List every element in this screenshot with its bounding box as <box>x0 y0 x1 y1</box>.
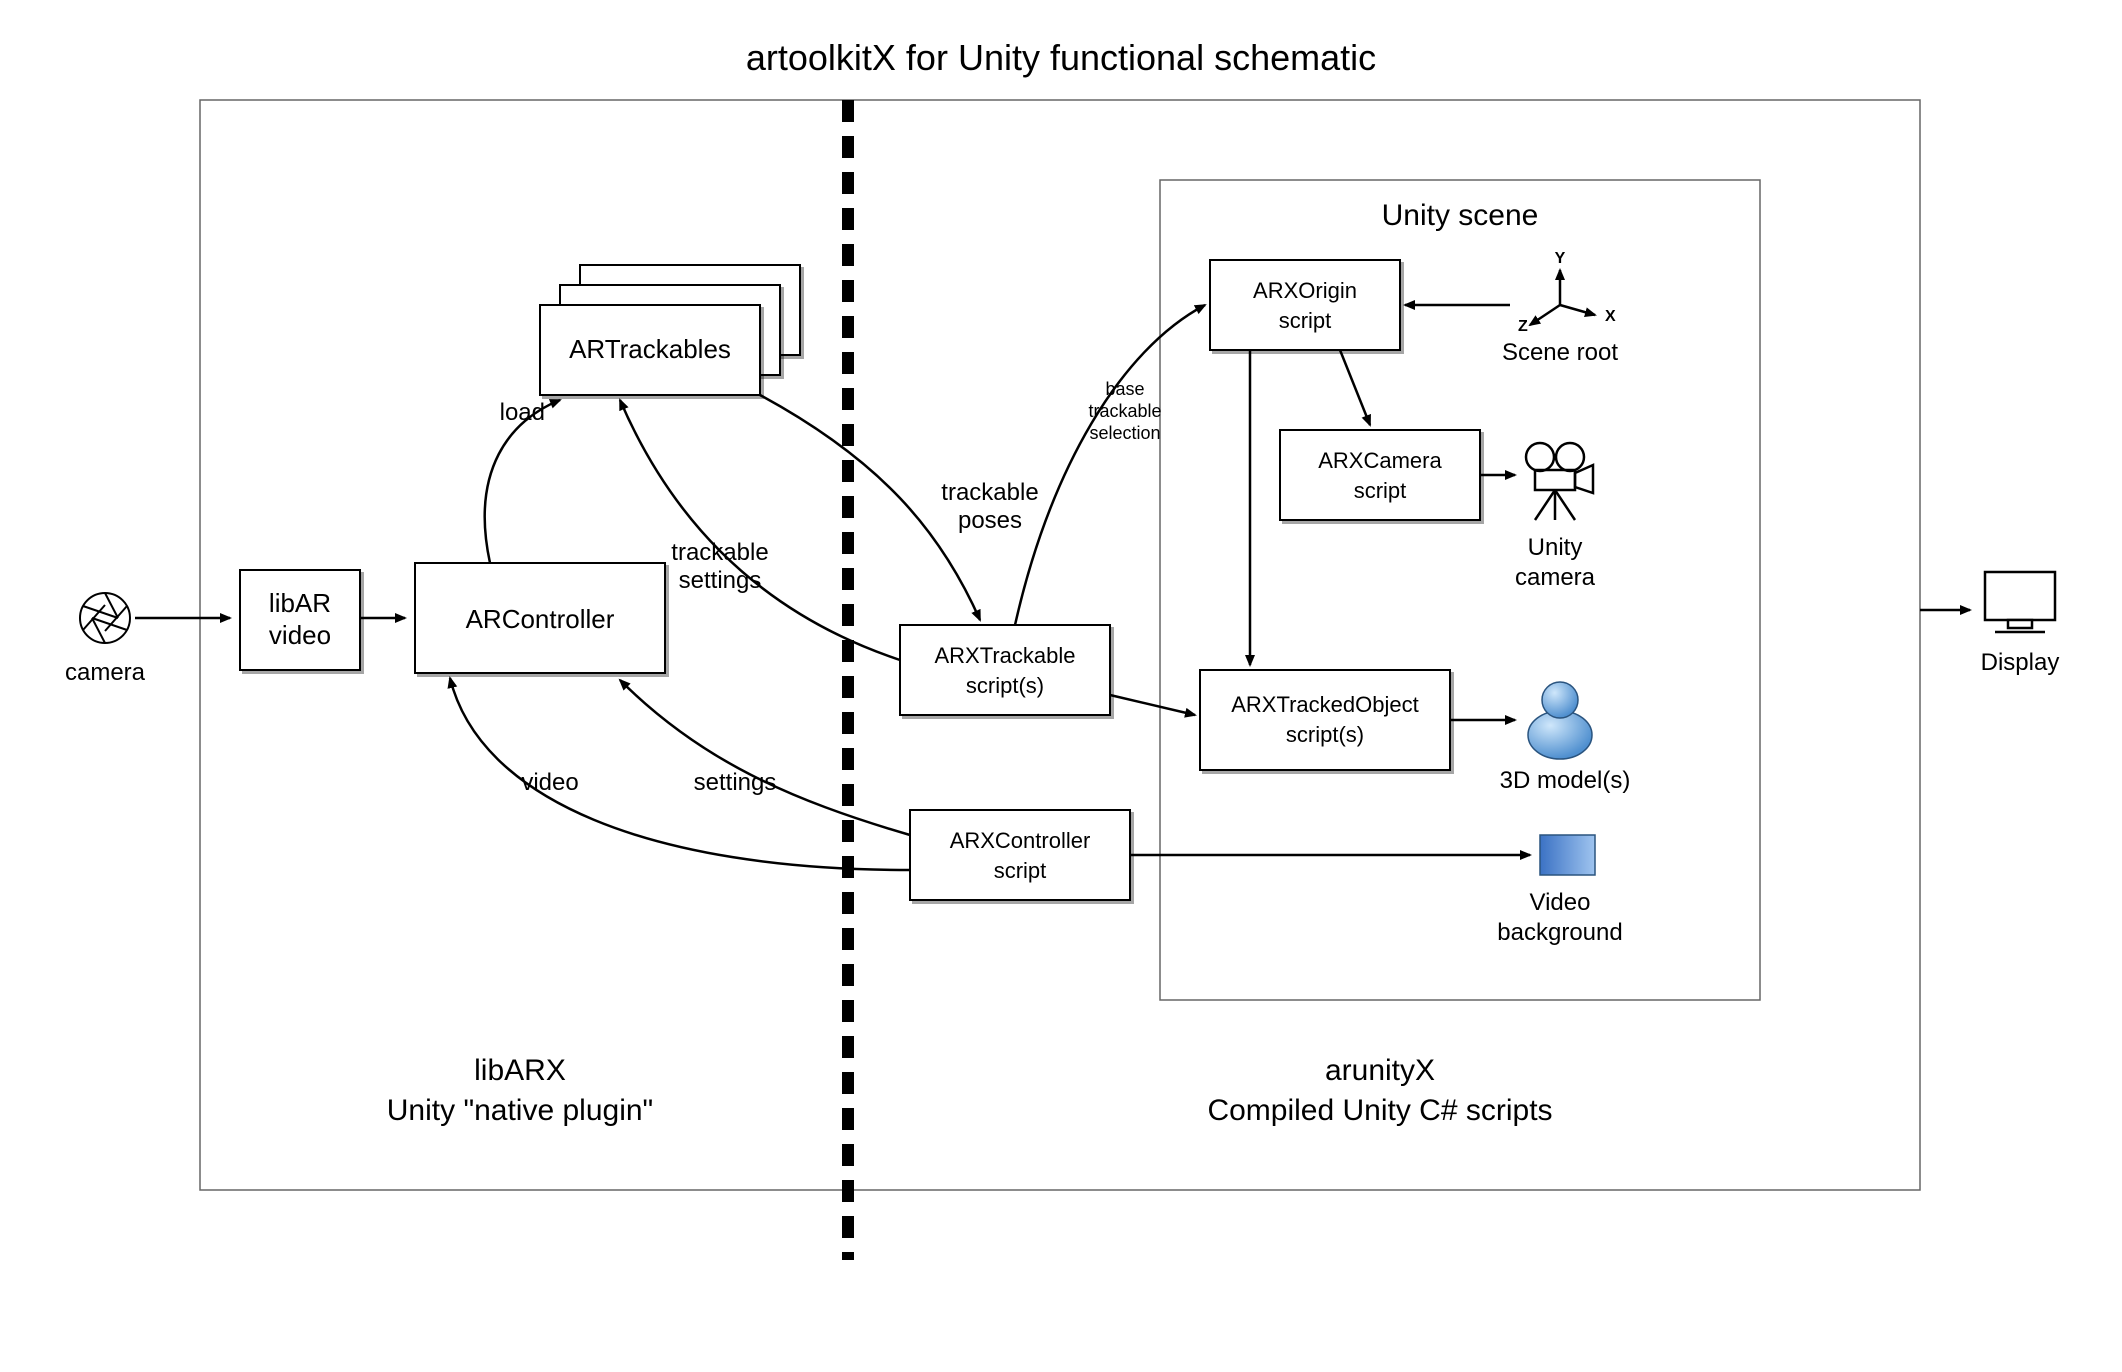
arxcontroller-text-2: script <box>994 858 1047 883</box>
display-label: Display <box>1981 649 2060 676</box>
arrow-arxorigin-to-arxcamera <box>1340 350 1370 425</box>
arrow-arxcontroller-settings <box>620 680 910 835</box>
diagram-canvas: artoolkitX for Unity functional schemati… <box>0 0 2122 1372</box>
arxtrackable-text-1: ARXTrackable <box>934 643 1075 668</box>
artrackables-text: ARTrackables <box>569 334 731 364</box>
axes-icon: Y X Z <box>1518 250 1616 335</box>
trackable-settings-label-2: settings <box>679 567 762 594</box>
arxcamera-text-1: ARXCamera <box>1318 448 1442 473</box>
libarvideo-text-2: video <box>269 620 331 650</box>
arrow-arxcontroller-video <box>450 678 910 870</box>
scene-root-label: Scene root <box>1502 339 1618 366</box>
arxtrackedobject-text-1: ARXTrackedObject <box>1231 692 1418 717</box>
arxcamera-node <box>1280 430 1480 520</box>
base-trackable-label-3: selection <box>1089 423 1160 443</box>
trackable-settings-label-1: trackable <box>671 539 768 566</box>
diagram-title: artoolkitX for Unity functional schemati… <box>746 37 1376 78</box>
arxcontroller-node <box>910 810 1130 900</box>
arcontroller-text: ARController <box>466 604 615 634</box>
arrow-artrackables-to-arxtrackable <box>760 395 980 620</box>
right-region-label-1: arunityX <box>1325 1054 1435 1087</box>
monitor-icon <box>1985 572 2055 632</box>
arrow-arxtrackable-to-trackedobject <box>1110 695 1195 715</box>
model3d-label: 3D model(s) <box>1500 767 1631 794</box>
arxtrackedobject-text-2: script(s) <box>1286 722 1364 747</box>
camera-aperture-icon <box>80 593 130 643</box>
movie-camera-icon <box>1526 443 1593 520</box>
video-bg-label-2: background <box>1497 919 1622 946</box>
svg-text:Y: Y <box>1555 250 1566 267</box>
arrow-arxtrackable-to-arxorigin <box>1015 305 1205 625</box>
arxtrackable-node <box>900 625 1110 715</box>
load-label: load <box>500 399 545 426</box>
left-region-label-2: Unity "native plugin" <box>387 1094 653 1127</box>
arxcamera-text-2: script <box>1354 478 1407 503</box>
artrackables-node <box>540 265 800 395</box>
svg-text:Z: Z <box>1518 318 1528 335</box>
left-region-label-1: libARX <box>474 1054 566 1087</box>
unity-camera-label-1: Unity <box>1528 534 1583 561</box>
arxorigin-text-1: ARXOrigin <box>1253 278 1357 303</box>
base-trackable-label-2: trackable <box>1088 401 1161 421</box>
video-label: video <box>521 769 578 796</box>
person-icon <box>1528 682 1592 759</box>
trackable-poses-label-1: trackable <box>941 479 1038 506</box>
unity-scene-title: Unity scene <box>1382 199 1539 232</box>
unity-camera-label-2: camera <box>1515 564 1596 591</box>
camera-label: camera <box>65 659 146 686</box>
settings-label: settings <box>694 769 777 796</box>
arxcontroller-text-1: ARXController <box>950 828 1091 853</box>
arxorigin-text-2: script <box>1279 308 1332 333</box>
arxtrackedobject-node <box>1200 670 1450 770</box>
arxorigin-node <box>1210 260 1400 350</box>
libarvideo-text-1: libAR <box>269 588 331 618</box>
video-bg-icon <box>1540 835 1595 875</box>
base-trackable-label-1: base <box>1105 379 1144 399</box>
arxtrackable-text-2: script(s) <box>966 673 1044 698</box>
trackable-poses-label-2: poses <box>958 507 1022 534</box>
right-region-label-2: Compiled Unity C# scripts <box>1207 1094 1552 1127</box>
video-bg-label-1: Video <box>1530 889 1591 916</box>
svg-text:X: X <box>1605 308 1616 325</box>
